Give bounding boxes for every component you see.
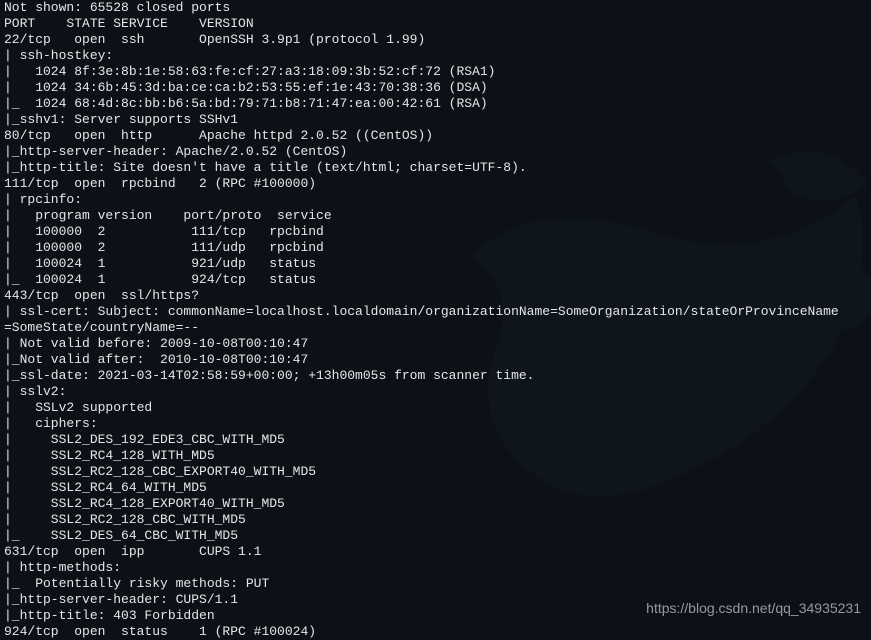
terminal-line: | rpcinfo:	[4, 192, 867, 208]
terminal-line: |_Not valid after: 2010-10-08T00:10:47	[4, 352, 867, 368]
terminal-line: | SSL2_RC4_64_WITH_MD5	[4, 480, 867, 496]
terminal-line: Not shown: 65528 closed ports	[4, 0, 867, 16]
terminal-line: | SSL2_RC2_128_CBC_EXPORT40_WITH_MD5	[4, 464, 867, 480]
terminal-line: | 1024 8f:3e:8b:1e:58:63:fe:cf:27:a3:18:…	[4, 64, 867, 80]
terminal-line: | 1024 34:6b:45:3d:ba:ce:ca:b2:53:55:ef:…	[4, 80, 867, 96]
terminal-line: 80/tcp open http Apache httpd 2.0.52 ((C…	[4, 128, 867, 144]
watermark-url: https://blog.csdn.net/qq_34935231	[646, 600, 861, 616]
terminal-line: | http-methods:	[4, 560, 867, 576]
terminal-line: 443/tcp open ssl/https?	[4, 288, 867, 304]
terminal-line: |_ Potentially risky methods: PUT	[4, 576, 867, 592]
terminal-line: |_sshv1: Server supports SSHv1	[4, 112, 867, 128]
terminal-line: PORT STATE SERVICE VERSION	[4, 16, 867, 32]
terminal-line: | SSL2_RC4_128_WITH_MD5	[4, 448, 867, 464]
terminal-line: |_http-title: Site doesn't have a title …	[4, 160, 867, 176]
terminal-line: 22/tcp open ssh OpenSSH 3.9p1 (protocol …	[4, 32, 867, 48]
terminal-line: | ciphers:	[4, 416, 867, 432]
terminal-line: =SomeState/countryName=--	[4, 320, 867, 336]
terminal-line: |_ 100024 1 924/tcp status	[4, 272, 867, 288]
terminal-line: |_ SSL2_DES_64_CBC_WITH_MD5	[4, 528, 867, 544]
terminal-line: 924/tcp open status 1 (RPC #100024)	[4, 624, 867, 640]
terminal-line: 631/tcp open ipp CUPS 1.1	[4, 544, 867, 560]
terminal-output: Not shown: 65528 closed portsPORT STATE …	[4, 0, 867, 631]
terminal-line: | sslv2:	[4, 384, 867, 400]
terminal-line: |_ 1024 68:4d:8c:bb:b6:5a:bd:79:71:b8:71…	[4, 96, 867, 112]
terminal-line: | 100000 2 111/udp rpcbind	[4, 240, 867, 256]
terminal-line: |_http-server-header: Apache/2.0.52 (Cen…	[4, 144, 867, 160]
terminal-line: | Not valid before: 2009-10-08T00:10:47	[4, 336, 867, 352]
terminal-line: | SSL2_DES_192_EDE3_CBC_WITH_MD5	[4, 432, 867, 448]
terminal-line: |_ssl-date: 2021-03-14T02:58:59+00:00; +…	[4, 368, 867, 384]
terminal-line: | ssh-hostkey:	[4, 48, 867, 64]
terminal-line: | SSL2_RC4_128_EXPORT40_WITH_MD5	[4, 496, 867, 512]
terminal-line: | 100024 1 921/udp status	[4, 256, 867, 272]
terminal-line: 111/tcp open rpcbind 2 (RPC #100000)	[4, 176, 867, 192]
terminal-line: | ssl-cert: Subject: commonName=localhos…	[4, 304, 867, 320]
terminal-line: | 100000 2 111/tcp rpcbind	[4, 224, 867, 240]
terminal-line: | SSLv2 supported	[4, 400, 867, 416]
terminal-line: | SSL2_RC2_128_CBC_WITH_MD5	[4, 512, 867, 528]
terminal-line: | program version port/proto service	[4, 208, 867, 224]
